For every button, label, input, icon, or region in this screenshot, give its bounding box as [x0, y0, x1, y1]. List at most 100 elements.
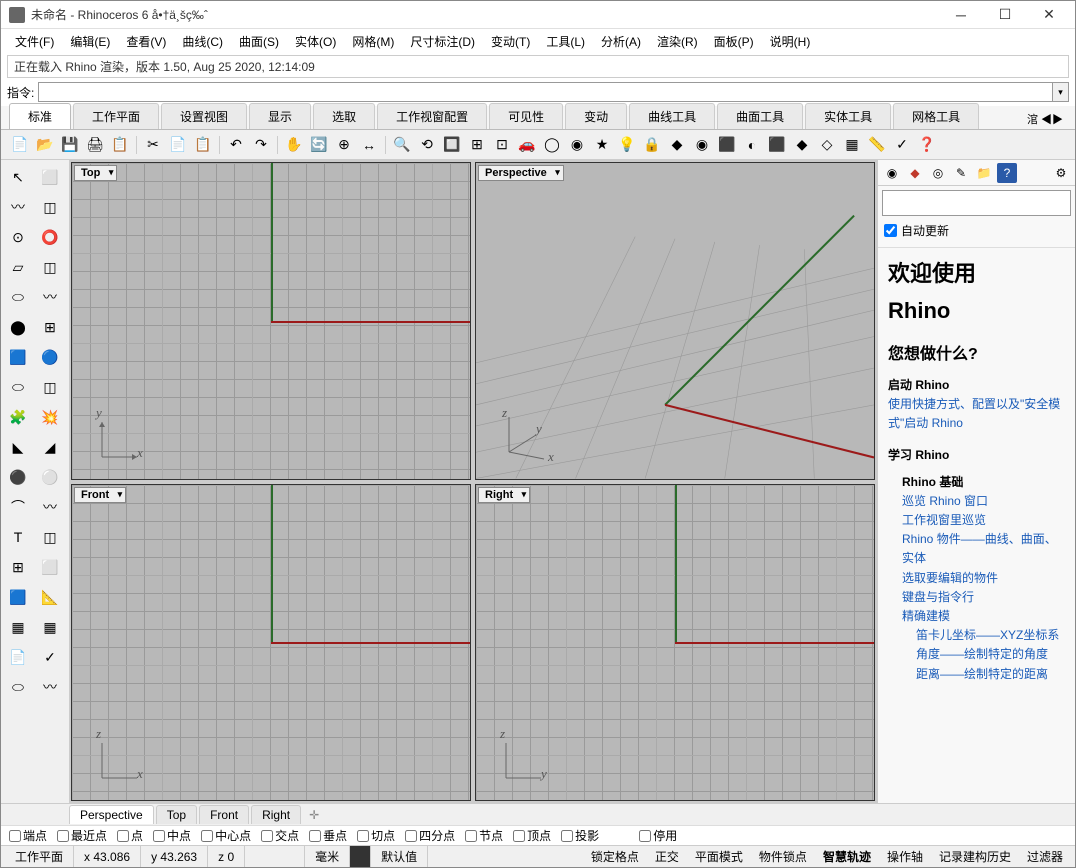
- toolbar-button-26[interactable]: ◉: [691, 134, 713, 156]
- left-tool-1[interactable]: ⬜: [36, 164, 64, 190]
- viewport-tab[interactable]: Perspective: [69, 805, 154, 824]
- panel-icon-layers[interactable]: ◎: [928, 163, 948, 183]
- help-search-input[interactable]: [882, 190, 1071, 216]
- osnap-checkbox[interactable]: [201, 830, 213, 842]
- toolbar-button-12[interactable]: ⊕: [333, 134, 355, 156]
- osnap-checkbox[interactable]: [465, 830, 477, 842]
- status-toggle[interactable]: 智慧轨迹: [815, 848, 879, 865]
- minimize-button[interactable]: ─: [939, 1, 983, 29]
- left-tool-29[interactable]: 📐: [36, 584, 64, 610]
- auto-update-checkbox[interactable]: 自动更新: [884, 222, 1069, 239]
- help-link[interactable]: 角度——绘制特定的角度: [916, 645, 1065, 664]
- viewport-tab[interactable]: Top: [156, 805, 197, 824]
- status-cplane[interactable]: 工作平面: [5, 846, 74, 867]
- left-tool-17[interactable]: 💥: [36, 404, 64, 430]
- menu-item[interactable]: 查看(V): [118, 30, 174, 53]
- toolbar-button-9[interactable]: ↷: [250, 134, 272, 156]
- tool-tab[interactable]: 标准: [9, 103, 71, 129]
- osnap-checkbox[interactable]: [153, 830, 165, 842]
- left-tool-7[interactable]: ◫: [36, 254, 64, 280]
- osnap-顶点[interactable]: 顶点: [513, 827, 551, 844]
- toolbar-button-25[interactable]: ◆: [666, 134, 688, 156]
- help-link[interactable]: 距离——绘制特定的距离: [916, 665, 1065, 684]
- left-tool-2[interactable]: 〰: [4, 194, 32, 220]
- viewport-front[interactable]: Front x z: [71, 484, 471, 802]
- toolbar-button-6[interactable]: 📄: [167, 134, 189, 156]
- viewport-label[interactable]: Top: [74, 165, 117, 181]
- left-tool-0[interactable]: ↖: [4, 164, 32, 190]
- left-tool-6[interactable]: ▱: [4, 254, 32, 280]
- left-tool-3[interactable]: ◫: [36, 194, 64, 220]
- toolbar-button-24[interactable]: 🔒: [641, 134, 663, 156]
- toolbar-button-10[interactable]: ✋: [283, 134, 305, 156]
- toolbar-button-7[interactable]: 📋: [192, 134, 214, 156]
- menu-item[interactable]: 曲线(C): [174, 30, 231, 53]
- toolbar-button-29[interactable]: ⬛: [766, 134, 788, 156]
- osnap-checkbox[interactable]: [57, 830, 69, 842]
- left-tool-28[interactable]: 🟦: [4, 584, 32, 610]
- osnap-checkbox[interactable]: [357, 830, 369, 842]
- osnap-最近点[interactable]: 最近点: [57, 827, 107, 844]
- help-link[interactable]: 精确建模: [902, 607, 1065, 626]
- left-tool-32[interactable]: 📄: [4, 644, 32, 670]
- osnap-交点[interactable]: 交点: [261, 827, 299, 844]
- left-tool-33[interactable]: ✓: [36, 644, 64, 670]
- menu-item[interactable]: 文件(F): [7, 30, 62, 53]
- toolbar-button-8[interactable]: ↶: [225, 134, 247, 156]
- osnap-切点[interactable]: 切点: [357, 827, 395, 844]
- toolbar-button-23[interactable]: 💡: [616, 134, 638, 156]
- help-link[interactable]: 巡览 Rhino 窗口: [902, 492, 1065, 511]
- left-tool-8[interactable]: ⬭: [4, 284, 32, 310]
- status-toggle[interactable]: 过滤器: [1019, 848, 1071, 865]
- toolbar-button-18[interactable]: ⊡: [491, 134, 513, 156]
- toolbar-button-19[interactable]: 🚗: [516, 134, 538, 156]
- panel-icon-materials[interactable]: ◆: [905, 163, 925, 183]
- toolbar-button-4[interactable]: 📋: [109, 134, 131, 156]
- left-tool-15[interactable]: ◫: [36, 374, 64, 400]
- status-layer[interactable]: 默认值: [371, 846, 428, 867]
- status-toggle[interactable]: 锁定格点: [583, 848, 647, 865]
- status-toggle[interactable]: 记录建构历史: [931, 848, 1019, 865]
- add-viewport-tab[interactable]: ✛: [303, 806, 325, 824]
- menu-item[interactable]: 网格(M): [344, 30, 402, 53]
- left-tool-27[interactable]: ⬜: [36, 554, 64, 580]
- menu-item[interactable]: 面板(P): [706, 30, 762, 53]
- toolbar-button-27[interactable]: ⬛: [716, 134, 738, 156]
- panel-icon-render[interactable]: ◉: [882, 163, 902, 183]
- left-tool-14[interactable]: ⬭: [4, 374, 32, 400]
- toolbar-button-31[interactable]: ◇: [816, 134, 838, 156]
- left-tool-20[interactable]: ⚫: [4, 464, 32, 490]
- tool-tab[interactable]: 曲线工具: [629, 103, 715, 129]
- tool-tab[interactable]: 可见性: [489, 103, 563, 129]
- viewport-top[interactable]: Top x y: [71, 162, 471, 480]
- toolbar-button-32[interactable]: ▦: [841, 134, 863, 156]
- osnap-checkbox[interactable]: [405, 830, 417, 842]
- help-link[interactable]: 键盘与指令行: [902, 588, 1065, 607]
- menu-item[interactable]: 变动(T): [483, 30, 538, 53]
- left-tool-9[interactable]: 〰: [36, 284, 64, 310]
- command-dropdown[interactable]: ▾: [1053, 82, 1069, 102]
- tool-tab[interactable]: 工作平面: [73, 103, 159, 129]
- left-tool-24[interactable]: T: [4, 524, 32, 550]
- tool-tab[interactable]: 网格工具: [893, 103, 979, 129]
- viewport-label[interactable]: Right: [478, 487, 530, 503]
- help-link[interactable]: 笛卡儿坐标——XYZ坐标系: [916, 626, 1065, 645]
- gear-icon[interactable]: ⚙: [1051, 163, 1071, 183]
- osnap-checkbox[interactable]: [309, 830, 321, 842]
- left-tool-13[interactable]: 🔵: [36, 344, 64, 370]
- tool-tab[interactable]: 曲面工具: [717, 103, 803, 129]
- tool-tab[interactable]: 设置视图: [161, 103, 247, 129]
- status-toggle[interactable]: 物件锁点: [751, 848, 815, 865]
- menu-item[interactable]: 分析(A): [593, 30, 649, 53]
- left-tool-34[interactable]: ⬭: [4, 674, 32, 700]
- tool-tab[interactable]: 选取: [313, 103, 375, 129]
- menu-item[interactable]: 曲面(S): [231, 30, 287, 53]
- osnap-checkbox[interactable]: [117, 830, 129, 842]
- viewport-tab[interactable]: Right: [251, 805, 301, 824]
- viewport-tab[interactable]: Front: [199, 805, 249, 824]
- left-tool-19[interactable]: ◢: [36, 434, 64, 460]
- menu-item[interactable]: 工具(L): [538, 30, 593, 53]
- osnap-checkbox[interactable]: [561, 830, 573, 842]
- tab-overflow[interactable]: 涫 ◀▶: [1023, 109, 1067, 129]
- left-tool-22[interactable]: ⌒: [4, 494, 32, 520]
